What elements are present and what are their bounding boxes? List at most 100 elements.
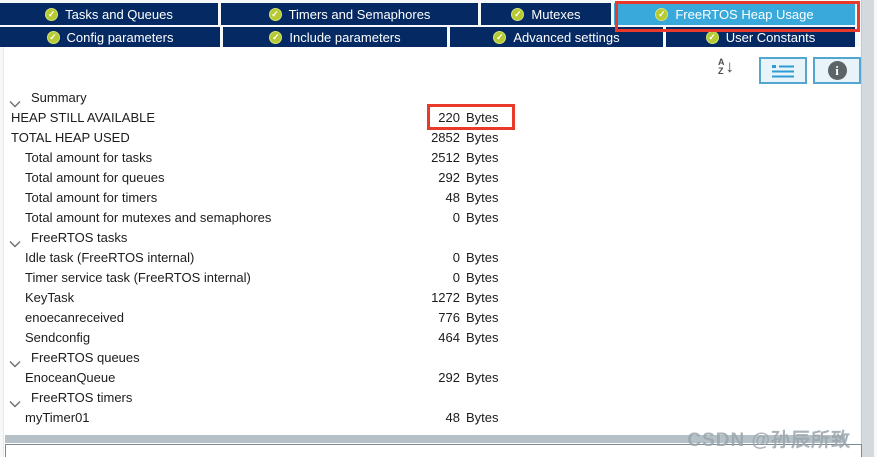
check-circle-icon: ✓: [705, 30, 719, 44]
info-button[interactable]: i: [813, 57, 861, 84]
tab-label: FreeRTOS Heap Usage: [675, 6, 814, 22]
csdn-watermark: CSDN @孙辰所致: [687, 430, 851, 451]
tree-item-row[interactable]: Total amount for timers 48 Bytes: [3, 188, 860, 208]
tree-item-label: myTimer01: [25, 410, 90, 425]
tree-item-row[interactable]: Total amount for mutexes and semaphores 0…: [3, 208, 860, 228]
tree-item-row[interactable]: Total amount for queues 292 Bytes: [3, 168, 860, 188]
tree-item-row[interactable]: Sendconfig 464 Bytes: [3, 328, 860, 348]
chevron-down-icon[interactable]: [9, 354, 21, 368]
sort-az-letters: A Z: [718, 58, 725, 76]
tree-rows: Summary HEAP STILL AVAILABLE 220 Bytes TOTAL…: [3, 88, 860, 428]
tree-group-row[interactable]: FreeRTOS tasks: [3, 228, 860, 248]
tab-label: Advanced settings: [513, 29, 620, 45]
tree-item-label: Idle task (FreeRTOS internal): [25, 250, 195, 265]
tree-item-row[interactable]: Idle task (FreeRTOS internal) 0 Bytes: [3, 248, 860, 268]
heap-value-unit: Bytes: [466, 270, 499, 285]
check-circle-icon: ✓: [511, 7, 525, 21]
sort-letter-z: Z: [718, 66, 724, 76]
tree-item-label: Total amount for tasks: [25, 150, 153, 165]
info-icon: i: [827, 61, 847, 80]
heap-value-unit: Bytes: [466, 310, 499, 325]
heap-value: 2512: [431, 150, 460, 165]
tree-item-row[interactable]: Total amount for tasks 2512 Bytes: [3, 148, 860, 168]
sort-arrow-down-icon: ↓: [725, 57, 735, 76]
tab-include-parameters[interactable]: ✓ Include parameters: [223, 27, 447, 47]
freertos-heap-usage-panel: ✓ Tasks and Queues ✓ Timers and Semaphor…: [0, 0, 877, 457]
tree-item-label: KeyTask: [25, 290, 75, 305]
tab-freertos-heap-usage[interactable]: ✓ FreeRTOS Heap Usage: [614, 3, 855, 25]
tree-group-row[interactable]: FreeRTOS queues: [3, 348, 860, 368]
check-circle-icon: ✓: [493, 30, 507, 44]
heap-value: 220: [438, 110, 460, 125]
heap-value: 292: [438, 370, 460, 385]
tree-item-label: TOTAL HEAP USED: [11, 130, 130, 145]
tab-bar-row-1: ✓ Tasks and Queues ✓ Timers and Semaphor…: [0, 3, 855, 25]
heap-value: 464: [438, 330, 460, 345]
heap-value-unit: Bytes: [466, 130, 499, 145]
check-circle-icon: ✓: [45, 7, 59, 21]
chevron-down-icon[interactable]: [9, 234, 21, 248]
heap-value-unit: Bytes: [466, 250, 499, 265]
heap-value: 1272: [431, 290, 460, 305]
chevron-down-icon[interactable]: [9, 94, 21, 108]
tree-group-row[interactable]: Summary: [3, 88, 860, 108]
heap-value: 292: [438, 170, 460, 185]
tree-item-row[interactable]: EnoceanQueue 292 Bytes: [3, 368, 860, 388]
heap-value: 0: [452, 210, 460, 225]
check-circle-icon: ✓: [269, 30, 283, 44]
tab-label: Mutexes: [531, 6, 581, 22]
tab-advanced-settings[interactable]: ✓ Advanced settings: [450, 27, 663, 47]
vertical-scrollbar[interactable]: [861, 0, 874, 457]
tab-label: Config parameters: [66, 29, 174, 45]
heap-value: 0: [452, 250, 460, 265]
tree-item-row[interactable]: Timer service task (FreeRTOS internal) 0 B…: [3, 268, 860, 288]
tree-list-icon: [771, 63, 795, 79]
heap-value-unit: Bytes: [466, 330, 499, 345]
heap-value-unit: Bytes: [466, 210, 499, 225]
heap-value: 48: [445, 410, 460, 425]
tree-item-label: Total amount for timers: [25, 190, 158, 205]
tab-label: Tasks and Queues: [65, 6, 173, 22]
heap-value: 2852: [431, 130, 460, 145]
heap-value-unit: Bytes: [466, 150, 499, 165]
tree-item-row[interactable]: TOTAL HEAP USED 2852 Bytes: [3, 128, 860, 148]
tab-mutexes[interactable]: ✓ Mutexes: [481, 3, 611, 25]
tree-item-row[interactable]: enoecanreceived 776 Bytes: [3, 308, 860, 328]
tree-item-label: Timer service task (FreeRTOS internal): [25, 270, 251, 285]
heap-value-unit: Bytes: [466, 110, 499, 125]
tree-item-label: Total amount for mutexes and semaphores: [25, 210, 272, 225]
sort-az-icon[interactable]: A Z ↓: [718, 58, 734, 76]
heap-value-unit: Bytes: [466, 190, 499, 205]
tree-group-label: FreeRTOS queues: [31, 350, 140, 365]
tab-label: Include parameters: [289, 29, 401, 45]
tree-item-row[interactable]: KeyTask 1272 Bytes: [3, 288, 860, 308]
tree-group-label: Summary: [31, 90, 87, 105]
tree-group-label: FreeRTOS tasks: [31, 230, 128, 245]
heap-value-unit: Bytes: [466, 370, 499, 385]
heap-value: 776: [438, 310, 460, 325]
heap-value-unit: Bytes: [466, 170, 499, 185]
check-circle-icon: ✓: [268, 7, 282, 21]
check-circle-icon: ✓: [46, 30, 60, 44]
tab-tasks-and-queues[interactable]: ✓ Tasks and Queues: [0, 3, 218, 25]
check-circle-icon: ✓: [655, 7, 669, 21]
tree-item-label: enoecanreceived: [25, 310, 125, 325]
tab-label: User Constants: [725, 29, 816, 45]
heap-value-unit: Bytes: [466, 410, 499, 425]
tree-item-row[interactable]: HEAP STILL AVAILABLE 220 Bytes: [3, 108, 860, 128]
heap-value: 48: [445, 190, 460, 205]
tab-bar-row-2: ✓ Config parameters ✓ Include parameters…: [0, 27, 855, 47]
heap-value: 0: [452, 270, 460, 285]
chevron-down-icon[interactable]: [9, 394, 21, 408]
tree-view-button[interactable]: [759, 57, 807, 84]
tree-group-row[interactable]: FreeRTOS timers: [3, 388, 860, 408]
tab-label: Timers and Semaphores: [288, 6, 431, 22]
tab-config-parameters[interactable]: ✓ Config parameters: [0, 27, 220, 47]
tab-timers-and-semaphores[interactable]: ✓ Timers and Semaphores: [221, 3, 478, 25]
tree-group-label: FreeRTOS timers: [31, 390, 133, 405]
tree-item-label: Sendconfig: [25, 330, 91, 345]
tree-item-label: HEAP STILL AVAILABLE: [11, 110, 156, 125]
tab-user-constants[interactable]: ✓ User Constants: [666, 27, 855, 47]
tree-item-label: Total amount for queues: [25, 170, 165, 185]
heap-value-unit: Bytes: [466, 290, 499, 305]
